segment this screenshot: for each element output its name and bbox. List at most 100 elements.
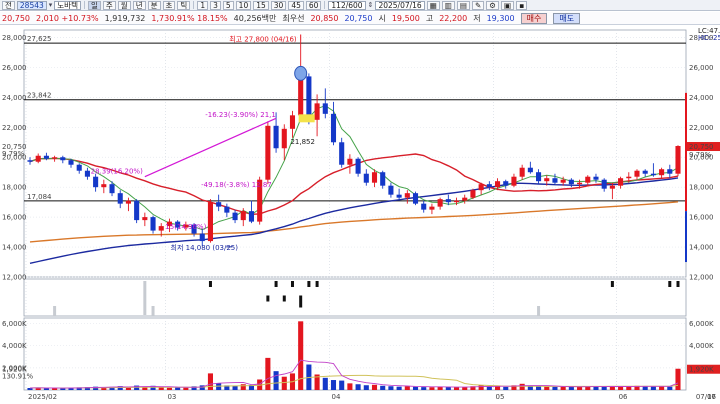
- candle-body: [453, 200, 460, 203]
- ma-tag-box: [298, 114, 315, 123]
- open-label: 시: [378, 13, 386, 23]
- candle-body: [298, 76, 304, 116]
- minute-10-button[interactable]: 10: [235, 0, 252, 10]
- period-minute-button[interactable]: 분: [147, 0, 161, 10]
- trend-label-3: -49.18(-3.8%) 12,87: [201, 181, 272, 189]
- grid-icon[interactable]: ▤: [456, 0, 470, 10]
- volume-axis-tick-right: 6,000K: [689, 320, 714, 328]
- buy-button[interactable]: 매수: [520, 12, 548, 24]
- candle: [265, 121, 271, 185]
- minute-3-button[interactable]: 3: [210, 0, 221, 10]
- volume-bar: [486, 386, 492, 390]
- volume-axis-tick-right: 4,000K: [689, 342, 714, 350]
- volume-bar: [626, 386, 632, 390]
- tool-icon[interactable]: ✎: [471, 0, 485, 10]
- period-second-button[interactable]: 초: [162, 0, 176, 10]
- candle-body: [650, 173, 656, 176]
- candle-body: [60, 157, 66, 161]
- candle-body: [667, 169, 673, 174]
- sell-button[interactable]: 매도: [553, 12, 581, 24]
- candle-body: [35, 155, 41, 162]
- period-year-button[interactable]: 년: [132, 0, 146, 10]
- divider: [193, 1, 195, 9]
- stock-type-button[interactable]: 전: [2, 0, 15, 10]
- signal-bar: [151, 306, 155, 316]
- price-axis-tick-left: 14,000: [2, 244, 27, 252]
- candle-body: [462, 197, 468, 201]
- bid-price: 20,750: [344, 13, 373, 23]
- candle-body: [322, 103, 328, 114]
- candle: [412, 191, 419, 206]
- level-label: 27,625: [27, 35, 52, 43]
- candle-body: [626, 176, 632, 179]
- minute-30-button[interactable]: 30: [270, 0, 287, 10]
- candle-body: [248, 211, 255, 222]
- date-field[interactable]: 2025/07/16: [375, 0, 425, 10]
- volume-bar: [175, 387, 181, 390]
- candle-body: [216, 202, 222, 207]
- signal-bar: [143, 281, 147, 315]
- volume-ratio: 1,730.91% 18.15%: [151, 13, 228, 23]
- high-price: 22,200: [439, 13, 468, 23]
- candle-body: [593, 176, 599, 180]
- high-marker: [294, 65, 308, 81]
- price-axis-tick-left: 22,000: [2, 124, 27, 132]
- candle-body: [429, 206, 435, 210]
- minute-15-button[interactable]: 15: [253, 0, 269, 10]
- period-tick-button[interactable]: 틱: [177, 0, 191, 10]
- price-axis-tick-right: 24,000: [689, 94, 714, 102]
- stock-name-field[interactable]: 노바텍: [54, 0, 81, 10]
- volume-bar: [650, 386, 656, 390]
- candle-body: [68, 160, 74, 165]
- candle-body: [618, 178, 624, 186]
- volume-bar: [536, 386, 542, 390]
- signal-bar: [274, 281, 278, 287]
- signal-bar: [266, 295, 270, 302]
- period-month-button[interactable]: 월: [117, 0, 131, 10]
- volume-bar: [601, 386, 607, 390]
- chart-toolbar: 전 28543 ▾ 노바텍 일 주 월 년 분 초 틱 1 3 5 10 15 …: [0, 0, 720, 11]
- candle: [470, 188, 476, 200]
- candle-body: [207, 202, 213, 242]
- calendar-icon[interactable]: ▦: [426, 0, 440, 10]
- stock-chart[interactable]: 28,000 28,00026,000 26,00024,000 24,00022,0…: [0, 26, 720, 404]
- volume-bar: [347, 383, 353, 390]
- high-annotation: 최고 27,800 (04/16): [229, 34, 297, 43]
- data-count-field[interactable]: 112/600: [328, 0, 366, 10]
- candle-body: [27, 160, 33, 162]
- trend-label: 28.39(16.20%): [91, 168, 143, 176]
- candle-body: [265, 125, 271, 180]
- stock-code-input[interactable]: 28543: [16, 0, 47, 10]
- minute-60-button[interactable]: 60: [305, 0, 322, 10]
- volume-bar: [552, 386, 558, 390]
- period-day-button[interactable]: 일: [87, 0, 101, 10]
- candle-body: [150, 217, 156, 231]
- minute-45-button[interactable]: 45: [288, 0, 304, 10]
- stepper-icon[interactable]: ⇕: [368, 1, 374, 9]
- signal-bar: [315, 281, 319, 287]
- settings-icon[interactable]: ⚙: [486, 0, 499, 10]
- search-icon[interactable]: ▾: [49, 1, 53, 9]
- signal-bar: [668, 281, 672, 287]
- price-axis-tick-right: 18,000: [689, 184, 714, 192]
- volume-bar: [560, 386, 566, 390]
- volume-bar: [519, 383, 525, 390]
- high-label: 고: [425, 13, 434, 23]
- chart-type-icon[interactable]: ▥: [441, 0, 455, 10]
- volume-bar: [183, 387, 189, 390]
- minute-5-button[interactable]: 5: [222, 0, 234, 10]
- minute-1-button[interactable]: 1: [197, 0, 209, 10]
- current-price: 20,750: [2, 13, 30, 23]
- trade-volume: 1,919,732: [104, 13, 146, 23]
- candle-body: [552, 178, 558, 183]
- save-icon[interactable]: ▪: [516, 0, 528, 10]
- price-axis-tick-right: 14,000: [689, 244, 714, 252]
- price-axis-tick-left: 28,000: [2, 34, 27, 42]
- volume-bar: [43, 388, 49, 390]
- volume-bar: [371, 384, 378, 390]
- candle-body: [240, 211, 246, 221]
- price-axis-tick-right: 22,000: [689, 124, 714, 132]
- layout-icon[interactable]: ▣: [501, 0, 515, 10]
- period-week-button[interactable]: 주: [102, 0, 116, 10]
- candle-body: [109, 184, 115, 194]
